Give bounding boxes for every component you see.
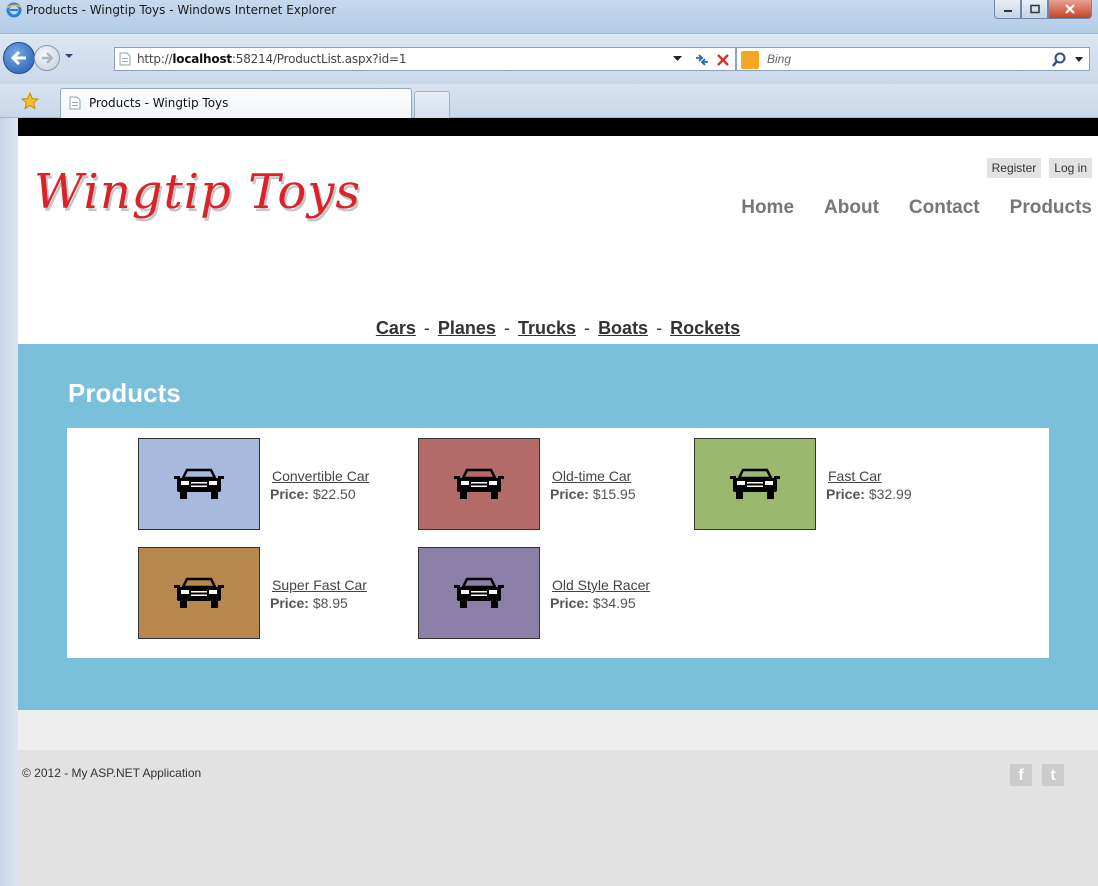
- back-button[interactable]: [3, 42, 35, 74]
- car-icon: [174, 468, 224, 501]
- category-separator: -: [503, 318, 510, 338]
- category-separator: -: [584, 318, 591, 338]
- address-toolbar: http://localhost:58214/ProductList.aspx?…: [0, 34, 1098, 84]
- page-icon: [69, 96, 81, 110]
- new-tab-button[interactable]: [414, 91, 450, 118]
- close-button[interactable]: [1048, 0, 1092, 19]
- recent-pages-dropdown-icon[interactable]: [64, 52, 74, 60]
- forward-button[interactable]: [34, 45, 60, 71]
- copyright-text: © 2012 - My ASP.NET Application: [22, 766, 202, 780]
- minimize-icon: [1003, 10, 1012, 12]
- page-viewport: Wingtip Toys Register Log in Home About …: [18, 118, 1098, 886]
- product-card: Super Fast Car Price: $8.95: [138, 547, 408, 643]
- product-name-link[interactable]: Fast Car: [828, 468, 882, 484]
- twitter-icon[interactable]: t: [1042, 764, 1064, 786]
- search-box[interactable]: Bing: [736, 47, 1090, 71]
- window-title-bar: Products - Wingtip Toys - Windows Intern…: [0, 0, 1098, 34]
- nav-contact[interactable]: Contact: [909, 197, 980, 219]
- product-price: Price: $34.95: [550, 595, 636, 611]
- login-links: Register Log in: [986, 158, 1092, 178]
- search-icon[interactable]: [1051, 52, 1067, 68]
- page-footer: © 2012 - My ASP.NET Application f t: [18, 750, 1098, 886]
- product-price: Price: $32.99: [826, 486, 912, 502]
- category-rockets[interactable]: Rockets: [670, 318, 740, 338]
- product-thumbnail[interactable]: [138, 438, 260, 530]
- address-dropdown-icon[interactable]: [673, 56, 682, 62]
- back-arrow-icon: [11, 51, 26, 65]
- register-link[interactable]: Register: [986, 158, 1042, 178]
- tab-label: Products - Wingtip Toys: [89, 96, 229, 110]
- product-price: Price: $8.95: [270, 595, 348, 611]
- forward-arrow-icon: [42, 52, 53, 64]
- product-card: Old-time Car Price: $15.95: [418, 438, 688, 534]
- page-top-bar: [18, 118, 1098, 136]
- category-cars[interactable]: Cars: [376, 318, 416, 338]
- facebook-icon[interactable]: f: [1010, 764, 1032, 786]
- product-card: Convertible Car Price: $22.50: [138, 438, 408, 534]
- product-name-link[interactable]: Old Style Racer: [552, 577, 650, 593]
- favorites-star-icon[interactable]: [21, 92, 39, 110]
- product-price: Price: $15.95: [550, 486, 636, 502]
- search-dropdown-icon[interactable]: [1075, 57, 1083, 63]
- product-thumbnail[interactable]: [418, 438, 540, 530]
- stop-icon[interactable]: [715, 52, 731, 68]
- footer-band: [18, 710, 1098, 750]
- product-name-link[interactable]: Super Fast Car: [272, 577, 367, 593]
- category-menu: Cars - Planes - Trucks - Boats - Rockets: [18, 318, 1098, 339]
- product-thumbnail[interactable]: [138, 547, 260, 639]
- main-navigation: Home About Contact Products: [741, 197, 1092, 219]
- bing-logo-icon: [741, 51, 759, 69]
- product-card: Fast Car Price: $32.99: [694, 438, 964, 534]
- section-title: Products: [68, 378, 181, 408]
- close-icon: [1065, 4, 1075, 14]
- car-icon: [454, 577, 504, 610]
- window-left-frame: [0, 118, 18, 886]
- car-icon: [730, 468, 780, 501]
- product-name-link[interactable]: Old-time Car: [552, 468, 631, 484]
- maximize-button[interactable]: [1021, 0, 1048, 19]
- car-icon: [174, 577, 224, 610]
- product-list: Convertible Car Price: $22.50 Old-time C…: [67, 428, 1049, 658]
- search-engine-placeholder: Bing: [767, 52, 792, 66]
- address-bar[interactable]: http://localhost:58214/ProductList.aspx?…: [114, 47, 736, 71]
- category-separator: -: [656, 318, 663, 338]
- nav-products[interactable]: Products: [1010, 197, 1092, 219]
- product-thumbnail[interactable]: [418, 547, 540, 639]
- login-link[interactable]: Log in: [1049, 158, 1092, 178]
- tab-bar: Products - Wingtip Toys: [0, 84, 1098, 118]
- maximize-icon: [1029, 4, 1040, 14]
- category-separator: -: [423, 318, 430, 338]
- car-icon: [454, 468, 504, 501]
- featured-section: Products Convertible Car Price: $22.50 O…: [18, 344, 1098, 710]
- compatibility-refresh-icon[interactable]: [693, 51, 711, 69]
- product-card: Old Style Racer Price: $34.95: [418, 547, 688, 643]
- page-icon: [119, 52, 131, 66]
- site-logo[interactable]: Wingtip Toys: [34, 164, 361, 220]
- category-planes[interactable]: Planes: [438, 318, 496, 338]
- product-thumbnail[interactable]: [694, 438, 816, 530]
- window-title: Products - Wingtip Toys - Windows Intern…: [26, 3, 337, 17]
- minimize-button[interactable]: [994, 0, 1021, 19]
- nav-about[interactable]: About: [824, 197, 879, 219]
- nav-home[interactable]: Home: [741, 197, 794, 219]
- product-price: Price: $22.50: [270, 486, 356, 502]
- product-name-link[interactable]: Convertible Car: [272, 468, 369, 484]
- tab-products-wingtip-toys[interactable]: Products - Wingtip Toys: [60, 88, 412, 118]
- address-url: http://localhost:58214/ProductList.aspx?…: [137, 52, 407, 66]
- category-trucks[interactable]: Trucks: [518, 318, 576, 338]
- internet-explorer-icon: [6, 2, 22, 18]
- category-boats[interactable]: Boats: [598, 318, 648, 338]
